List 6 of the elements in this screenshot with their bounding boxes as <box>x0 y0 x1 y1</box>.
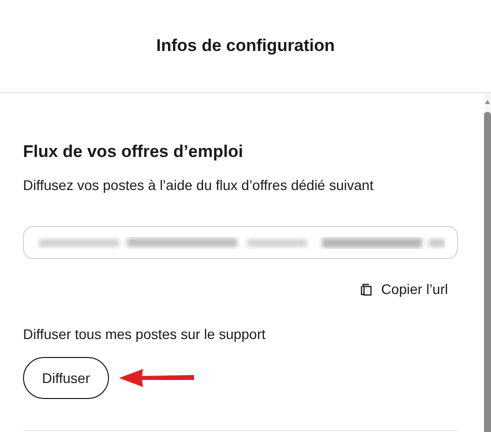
dialog-title: Infos de configuration <box>156 35 335 58</box>
copy-url-button[interactable]: Copier l’url <box>360 279 448 300</box>
broadcast-label: Diffuser tous mes postes sur le support <box>23 325 267 344</box>
diffuser-button[interactable]: Diffuser <box>23 357 109 399</box>
section-description: Diffusez vos postes à l’aide du flux d’offres dédié suivant <box>23 176 374 195</box>
section-heading: Flux de vos offres d’emploi <box>23 141 244 163</box>
